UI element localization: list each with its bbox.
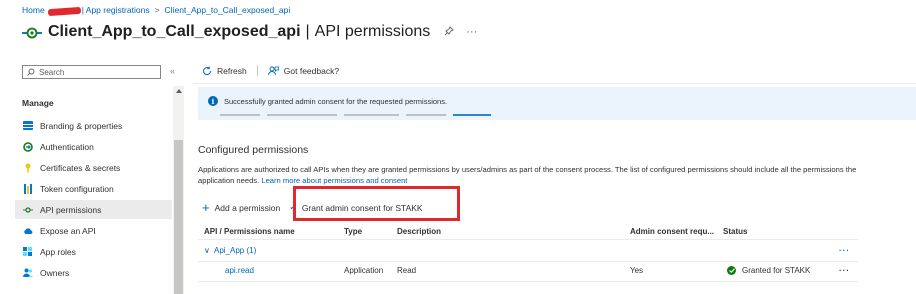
- breadcrumb-home[interactable]: Home: [22, 5, 45, 15]
- section-description: Applications are authorized to call APIs…: [198, 164, 858, 186]
- sidebar-section-manage: Manage: [22, 98, 54, 108]
- column-header-description[interactable]: Description: [397, 227, 441, 236]
- success-check-icon: [727, 266, 736, 275]
- command-bar: Refresh Got feedback?: [202, 65, 339, 76]
- search-input[interactable]: Search: [22, 65, 161, 79]
- sidebar-item-token-configuration[interactable]: Token configuration: [15, 179, 172, 198]
- permission-name-link[interactable]: api.read: [225, 266, 254, 275]
- cloud-icon: [23, 226, 33, 236]
- authentication-icon: [23, 141, 33, 152]
- app-registration-icon: [22, 25, 42, 45]
- table-row: api.read Application Read Yes Granted fo…: [198, 263, 858, 282]
- feedback-icon: [267, 66, 279, 75]
- refresh-button[interactable]: Refresh: [202, 66, 247, 76]
- branding-icon: [23, 121, 33, 131]
- sidebar: Search « Manage Branding & properties Au…: [0, 60, 185, 294]
- page-header: Client_App_to_Call_exposed_api | API per…: [22, 22, 477, 42]
- sidebar-item-certificates[interactable]: Certificates & secrets: [15, 158, 172, 177]
- sidebar-item-label: API permissions: [40, 204, 102, 215]
- sidebar-item-label: Certificates & secrets: [40, 162, 121, 173]
- owners-icon: [23, 268, 33, 278]
- status-badge: Granted for STAKK: [727, 266, 810, 275]
- column-header-name[interactable]: API / Permissions name: [204, 227, 295, 236]
- api-permissions-icon: [23, 205, 33, 215]
- breadcrumb: Home | App registrations > Client_App_to…: [22, 5, 291, 16]
- collapse-sidebar-icon[interactable]: «: [170, 66, 175, 76]
- feedback-button[interactable]: Got feedback?: [267, 65, 340, 76]
- refresh-label: Refresh: [217, 65, 247, 76]
- title-separator: |: [305, 23, 310, 40]
- toolbar-divider: [256, 65, 258, 76]
- pin-icon[interactable]: [444, 25, 455, 39]
- key-icon: [23, 163, 33, 173]
- row-more-icon[interactable]: ···: [839, 266, 850, 275]
- sidebar-item-label: App roles: [40, 246, 76, 257]
- breadcrumb-app-registrations[interactable]: | App registrations: [82, 5, 150, 15]
- search-icon: [27, 68, 35, 76]
- admin-consent-required: Yes: [630, 266, 644, 275]
- sidebar-item-label: Owners: [40, 267, 70, 278]
- success-banner: i Successfully granted admin consent for…: [198, 87, 916, 120]
- highlight-annotation-box: [293, 186, 460, 221]
- breadcrumb-separator: >: [154, 5, 160, 15]
- sidebar-item-label: Token configuration: [40, 183, 114, 194]
- sidebar-item-app-roles[interactable]: App roles: [15, 242, 172, 261]
- refresh-icon: [203, 66, 212, 75]
- banner-cropped-text: [220, 114, 510, 118]
- table-header: API / Permissions name Type Description …: [198, 224, 858, 240]
- learn-more-link[interactable]: Learn more about permissions and consent: [261, 176, 407, 185]
- redaction-mark: [47, 6, 81, 16]
- scroll-up-icon[interactable]: [176, 89, 182, 93]
- sidebar-item-api-permissions[interactable]: API permissions: [15, 200, 172, 219]
- sidebar-item-label: Branding & properties: [40, 120, 123, 131]
- add-permission-label: Add a permission: [214, 202, 281, 213]
- status-text: Granted for STAKK: [742, 266, 811, 275]
- add-permission-button[interactable]: + Add a permission: [202, 199, 281, 215]
- group-api-name[interactable]: Api_App (1): [214, 246, 256, 255]
- banner-message: Successfully granted admin consent for t…: [224, 96, 448, 106]
- app-roles-icon: [23, 246, 33, 257]
- section-title: Configured permissions: [198, 144, 309, 156]
- feedback-label: Got feedback?: [283, 65, 340, 76]
- sidebar-item-label: Expose an API: [40, 225, 96, 236]
- permission-description: Read: [397, 266, 417, 275]
- more-options-icon[interactable]: ···: [466, 26, 477, 38]
- breadcrumb-current[interactable]: Client_App_to_Call_exposed_api: [165, 5, 291, 15]
- toolbar-divider-line: [192, 83, 916, 84]
- sidebar-item-owners[interactable]: Owners: [15, 263, 172, 282]
- group-chevron-icon[interactable]: ∨: [204, 246, 210, 255]
- column-header-type[interactable]: Type: [344, 227, 362, 236]
- search-placeholder: Search: [39, 67, 65, 77]
- table-group-row[interactable]: ∨ Api_App (1) ···: [198, 243, 858, 262]
- sidebar-item-authentication[interactable]: Authentication: [15, 137, 172, 156]
- sidebar-item-branding[interactable]: Branding & properties: [15, 116, 172, 135]
- permission-type: Application: [344, 266, 384, 275]
- page-title: API permissions: [314, 23, 431, 40]
- column-header-admin-consent[interactable]: Admin consent requ...: [630, 227, 714, 236]
- scrollbar-thumb[interactable]: [174, 140, 183, 294]
- info-icon: i: [208, 96, 218, 106]
- main-content: Refresh Got feedback? i Successfully gra…: [192, 60, 916, 294]
- token-icon: [23, 183, 33, 194]
- group-more-icon[interactable]: ···: [839, 246, 850, 255]
- sidebar-item-label: Authentication: [40, 141, 94, 152]
- sidebar-item-expose-an-api[interactable]: Expose an API: [15, 221, 172, 240]
- plus-icon: +: [202, 199, 210, 215]
- page-title-app-name: Client_App_to_Call_exposed_api: [48, 23, 301, 40]
- column-header-status[interactable]: Status: [723, 227, 747, 236]
